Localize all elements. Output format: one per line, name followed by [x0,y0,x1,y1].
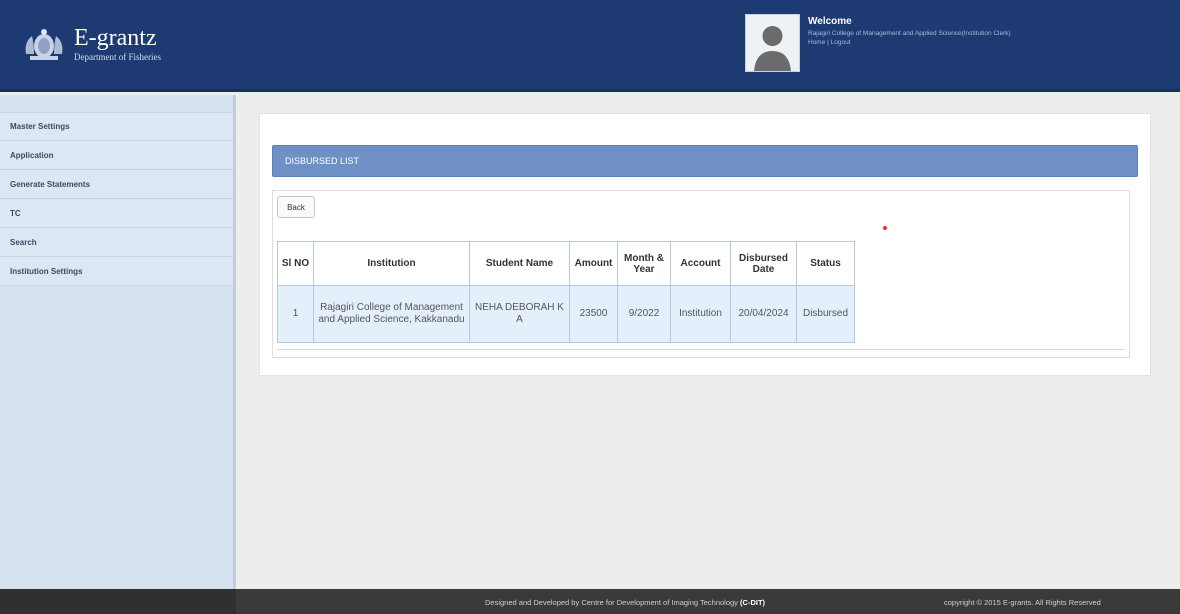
kerala-emblem-icon [25,29,63,60]
sidebar-item-application[interactable]: Application [0,141,233,170]
sidebar-item-search[interactable]: Search [0,228,233,257]
home-link[interactable]: Home [808,39,825,46]
red-dot-marker [883,226,887,230]
cell-amount: 23500 [569,285,618,343]
table-header-row: Sl NO Institution Student Name Amount Mo… [277,241,855,286]
col-header-status: Status [796,241,855,286]
logo[interactable]: E-grantz Department of Fisheries [20,24,161,64]
sidebar: Master Settings Application Generate Sta… [0,95,236,589]
sidebar-item-generate-statements[interactable]: Generate Statements [0,170,233,199]
cell-month-year: 9/2022 [617,285,671,343]
cell-institution: Rajagiri College of Management and Appli… [313,285,470,343]
col-header-disbursed-date: Disbursed Date [730,241,797,286]
table-row: 1 Rajagiri College of Management and App… [277,285,855,343]
header: E-grantz Department of Fisheries Welcome… [0,0,1180,92]
cell-student-name: NEHA DEBORAH K A [469,285,570,343]
divider [277,349,1125,350]
header-links: Home | Logout [808,39,1011,46]
department-name: Department of Fisheries [74,52,161,62]
footer-copyright: copyright © 2015 E-grants. All Rights Re… [944,598,1101,607]
cell-sl-no: 1 [277,285,314,343]
sidebar-item-master-settings[interactable]: Master Settings [0,112,233,141]
footer-credit-text: Designed and Developed by Centre for Dev… [485,598,741,607]
welcome-title: Welcome [808,16,852,27]
back-button[interactable]: Back [277,196,315,218]
cell-status: Disbursed [796,285,855,343]
footer: Designed and Developed by Centre for Dev… [0,589,1180,614]
logout-link[interactable]: Logout [831,39,851,46]
app-root: E-grantz Department of Fisheries Welcome… [0,0,1180,614]
disbursed-table: Sl NO Institution Student Name Amount Mo… [277,241,855,343]
cell-disbursed-date: 20/04/2024 [730,285,797,343]
col-header-month-year: Month & Year [617,241,671,286]
col-header-account: Account [670,241,731,286]
main-panel: DISBURSED LIST Back Sl NO Institution St… [259,113,1151,376]
panel-body: Back Sl NO Institution Student Name Amou… [272,190,1130,358]
user-avatar-icon [746,15,799,71]
col-header-institution: Institution [313,241,470,286]
app-title: E-grantz [74,25,157,51]
col-header-sl-no: Sl NO [277,241,314,286]
user-name: Rajagiri College of Management and Appli… [808,30,1011,37]
sidebar-item-tc[interactable]: TC [0,199,233,228]
welcome-block: Welcome Rajagiri College of Management a… [808,16,1011,46]
footer-left-block [0,589,236,614]
panel-title: DISBURSED LIST [272,145,1138,177]
avatar [745,14,800,72]
sidebar-item-institution-settings[interactable]: Institution Settings [0,257,233,286]
cell-account: Institution [670,285,731,343]
col-header-student-name: Student Name [469,241,570,286]
footer-credit-org: (C-DIT) [740,598,766,607]
footer-credit: Designed and Developed by Centre for Dev… [485,598,765,607]
col-header-amount: Amount [569,241,618,286]
